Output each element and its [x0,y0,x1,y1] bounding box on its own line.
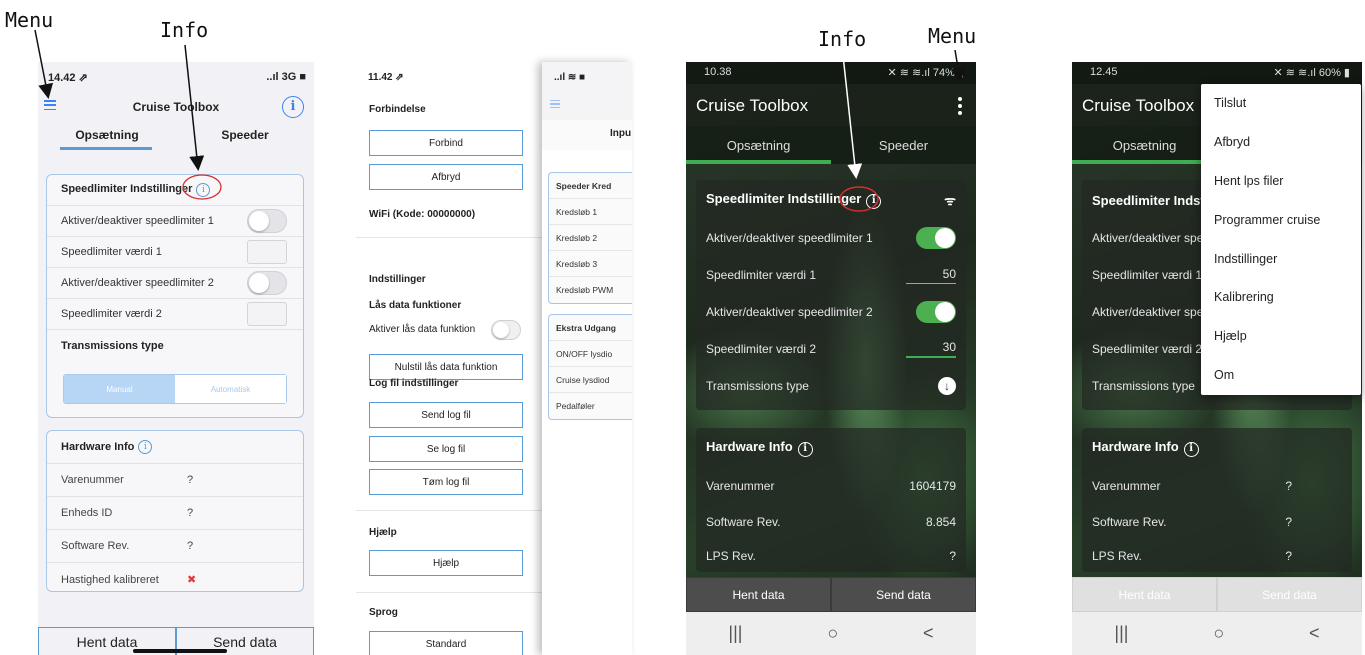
highlight-info-left [182,174,222,200]
arrow-info-left [184,44,205,171]
annotation-overlay [34,29,966,212]
highlight-info-right [839,186,879,212]
arrow-menu-left [34,29,54,99]
arrow-menu-right [950,49,966,83]
arrow-info-right [842,54,863,179]
